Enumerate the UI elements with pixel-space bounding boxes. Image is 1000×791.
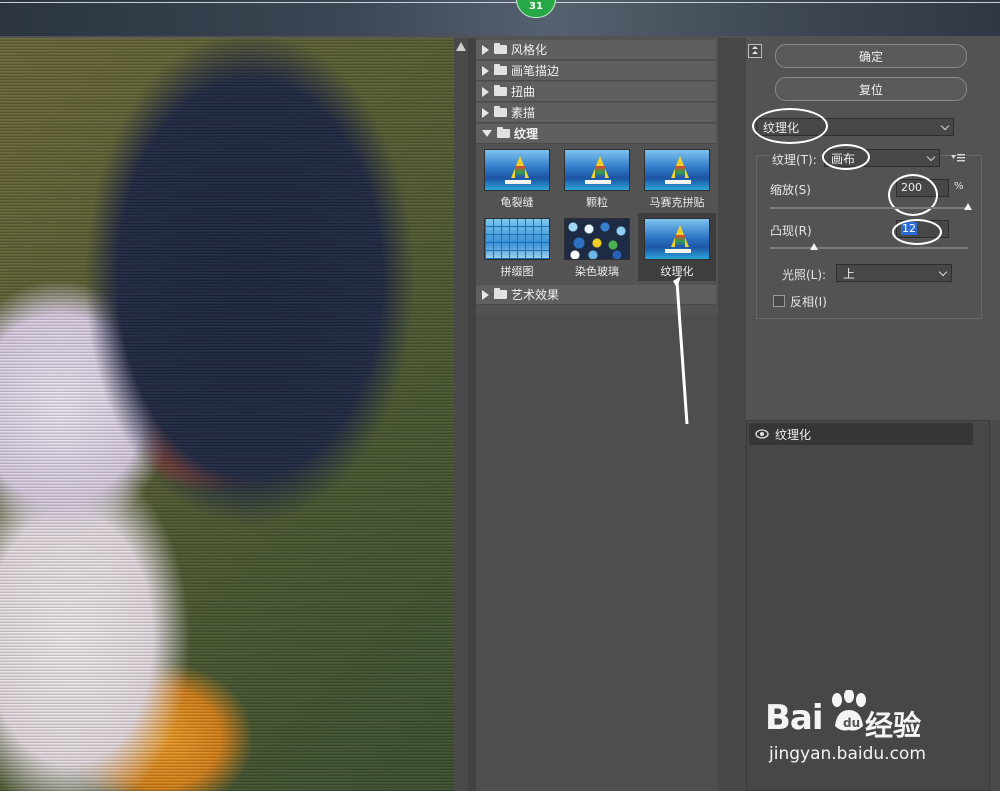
watermark-brand: Bai [765,698,824,738]
scale-unit: % [954,181,964,192]
watermark-url: jingyan.baidu.com [769,744,926,764]
thumbnail-image [564,149,630,191]
expand-icon [482,86,489,97]
category-label: 扭曲 [511,85,536,99]
scale-slider[interactable] [770,207,968,209]
filter-thumb-craquelure[interactable]: 龟裂缝 [478,144,556,212]
expand-icon [482,65,489,76]
filter-thumb-patchwork[interactable]: 拼缀图 [478,213,556,281]
filter-label: 染色玻璃 [575,265,619,278]
category-sketch[interactable]: 素描 [476,103,716,123]
chevron-down-icon [938,267,948,277]
preview-scrollbar[interactable] [454,38,468,791]
annotation-circle [888,174,938,216]
window-top-strip [0,0,1000,36]
category-label: 素描 [511,106,536,120]
top-divider [0,2,1000,3]
relief-label: 凸现(R) [770,224,812,238]
collapse-icon[interactable] [748,44,762,58]
filter-preview-image[interactable] [0,38,454,791]
list-scrollbar[interactable] [990,420,1000,791]
watermark-cn: 经验 [865,709,922,742]
baidu-watermark: Bai du 经验 jingyan.baidu.com [765,690,955,770]
thumbnail-image [484,149,550,191]
applied-filter-label: 纹理化 [775,427,812,442]
annotation-circle [752,108,828,144]
filter-label: 马赛克拼贴 [649,196,705,209]
light-select[interactable]: 上 [836,264,952,282]
filter-label: 颗粒 [586,196,608,209]
filter-gallery: 风格化 画笔描边 扭曲 素描 纹理 龟裂缝 颗粒 马赛克拼贴 拼缀图 染色玻璃 … [476,38,718,791]
thumbnail-image [564,218,630,260]
chevron-down-icon [926,152,936,162]
settings-panel: 确定 复位 纹理化 纹理(T): 画布 缩放(S) 200 % 凸现(R) 12… [746,38,1000,791]
category-label: 纹理 [514,127,539,141]
folder-icon [494,106,507,117]
ok-button[interactable]: 确定 [775,44,967,68]
expand-icon [482,107,489,118]
divider [468,38,476,791]
filter-thumb-stained-glass[interactable]: 染色玻璃 [558,213,636,281]
expand-icon [482,289,489,300]
filter-label: 龟裂缝 [500,196,534,209]
divider [718,38,746,791]
relief-slider[interactable] [770,247,968,249]
folder-icon [494,64,507,75]
category-label: 艺术效果 [511,288,560,302]
folder-icon [494,43,507,54]
invert-checkbox[interactable] [773,295,785,307]
thumbnail-image [484,218,550,260]
scroll-up-icon[interactable] [456,42,466,51]
applied-filter-row[interactable]: 纹理化 [749,423,973,445]
folder-icon [494,85,507,96]
chevron-down-icon [940,121,950,131]
svg-text:du: du [843,716,860,730]
panel-menu-icon[interactable] [951,153,965,163]
reset-button[interactable]: 复位 [775,77,967,101]
thumbnail-image [644,149,710,191]
folder-open-icon [497,127,510,138]
category-texture[interactable]: 纹理 [476,124,716,144]
scale-slider-handle[interactable] [964,203,972,210]
filter-label: 拼缀图 [500,265,534,278]
folder-icon [494,288,507,299]
category-stylize[interactable]: 风格化 [476,40,716,60]
filter-thumb-grain[interactable]: 颗粒 [558,144,636,212]
relief-slider-handle[interactable] [810,243,819,250]
category-label: 画笔描边 [511,64,560,78]
filter-thumb-mosaic-tiles[interactable]: 马赛克拼贴 [638,144,716,212]
invert-label: 反相(I) [790,295,827,309]
category-label: 风格化 [511,43,548,57]
expand-icon [482,44,489,55]
light-select-value: 上 [843,266,856,281]
annotation-arrow-icon [673,276,689,425]
category-brush-strokes[interactable]: 画笔描边 [476,61,716,81]
annotation-circle [892,219,942,245]
filter-thumb-texturizer[interactable]: 纹理化 [638,213,716,281]
scale-label: 缩放(S) [770,183,811,197]
texture-label: 纹理(T): [770,151,819,168]
thumbnail-image [644,218,710,260]
eye-icon[interactable] [755,429,769,439]
category-distort[interactable]: 扭曲 [476,82,716,102]
collapse-icon [482,130,492,137]
annotation-circle [822,144,870,170]
light-label: 光照(L): [782,268,827,282]
